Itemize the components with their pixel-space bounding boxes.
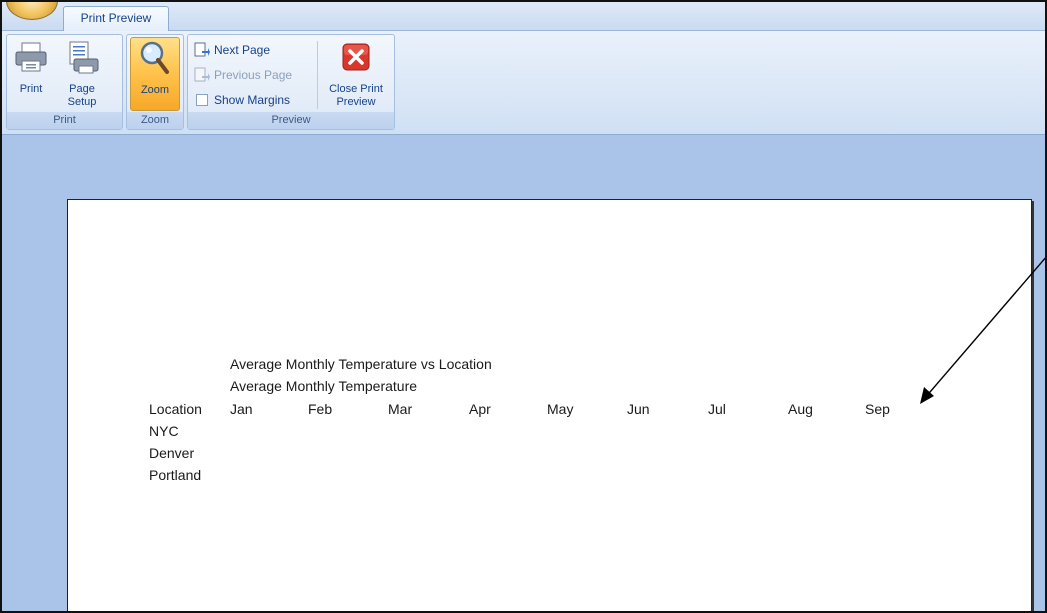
header-month: Apr — [469, 401, 491, 417]
office-button[interactable] — [6, 2, 58, 20]
previous-page-label: Previous Page — [214, 68, 293, 82]
page-setup-icon — [69, 41, 99, 74]
annotation-arrow — [920, 257, 1045, 404]
header-month: Jun — [627, 401, 650, 417]
header-month: Jul — [708, 401, 726, 417]
print-group-label: Print — [7, 112, 122, 129]
separator — [317, 41, 318, 109]
ribbon-tab-strip: Print Preview — [2, 2, 1045, 32]
printer-icon — [15, 42, 47, 72]
header-month: Aug — [788, 401, 813, 417]
title-line-2: Average Monthly Temperature — [230, 378, 418, 394]
header-location: Location — [149, 401, 202, 417]
checkbox-box[interactable] — [196, 94, 208, 106]
window-frame: Print Preview Print Page Setup Print Zoo… — [0, 0, 1047, 613]
close-red-x-icon — [342, 43, 370, 71]
header-month: Jan — [230, 401, 253, 417]
title-line-1: Average Monthly Temperature vs Location — [230, 356, 492, 372]
preview-group: Next Page Previous Page Show Margins Clo… — [187, 34, 395, 130]
show-margins-label: Show Margins — [214, 93, 291, 107]
close-print-preview-label: Close Print Preview — [329, 83, 383, 108]
preview-page: Average Monthly Temperature vs Location … — [67, 199, 1032, 611]
close-print-preview-button[interactable]: Close Print Preview — [320, 37, 392, 111]
location-row-label: Portland — [149, 467, 202, 483]
print-group: Print Page Setup Print — [6, 34, 123, 130]
zoom-group: Zoom Zoom — [126, 34, 184, 130]
zoom-button[interactable]: Zoom — [130, 37, 180, 111]
header-month: Feb — [308, 401, 333, 417]
page-setup-label: Page Setup — [67, 83, 97, 108]
zoom-label: Zoom — [140, 84, 170, 96]
location-row-label: Denver — [149, 445, 195, 461]
preview-group-label: Preview — [188, 112, 394, 129]
preview-area[interactable]: Average Monthly Temperature vs Location … — [2, 136, 1045, 611]
zoom-group-label: Zoom — [127, 112, 183, 129]
page-setup-button[interactable]: Page Setup — [57, 37, 107, 111]
ribbon: Print Page Setup Print Zoom Zoom Next Pa… — [2, 31, 1045, 135]
next-page-icon — [194, 42, 210, 57]
header-month: May — [547, 401, 574, 417]
next-page-label: Next Page — [214, 43, 271, 57]
magnifier-icon — [140, 41, 169, 74]
tab-print-preview[interactable]: Print Preview — [63, 6, 169, 32]
location-row-label: NYC — [149, 423, 179, 439]
print-label: Print — [19, 83, 43, 95]
header-month: Mar — [388, 401, 413, 417]
print-button[interactable]: Print — [9, 37, 53, 111]
header-month: Sep — [865, 401, 890, 417]
previous-page-icon — [194, 67, 210, 82]
